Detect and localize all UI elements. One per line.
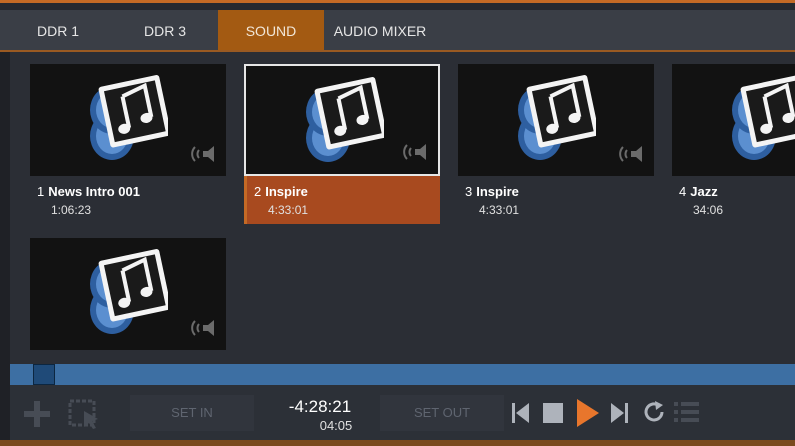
clip-label: 4 Jazz 34:06 (672, 176, 795, 224)
clip-bin: 1 News Intro 001 1:06:23 2 Inspire 4:33:… (10, 52, 795, 364)
clip-title: 4 Jazz (679, 184, 718, 199)
speaker-icon (619, 146, 642, 162)
stop-icon[interactable] (542, 402, 564, 424)
clip-label: 2 Inspire 4:33:01 (244, 176, 440, 224)
tab-sound[interactable]: SOUND (218, 10, 324, 50)
loop-icon[interactable] (642, 400, 666, 424)
speaker-icon (403, 144, 426, 160)
transport-controls: SET IN -4:28:21 04:05 SET OUT (10, 385, 795, 440)
music-file-icon (306, 77, 384, 162)
top-accent-bar (0, 0, 795, 10)
bottom-accent-bar (0, 440, 795, 446)
skip-back-icon[interactable] (512, 402, 530, 424)
clip-item[interactable] (30, 226, 226, 364)
music-file-icon (518, 75, 596, 160)
timecode-remaining: -4:28:21 (288, 397, 352, 416)
select-region-icon[interactable] (68, 397, 102, 431)
tab-ddr1[interactable]: DDR 1 (20, 10, 96, 50)
clip-item-selected[interactable]: 2 Inspire 4:33:01 (244, 52, 440, 224)
tab-audio-mixer[interactable]: AUDIO MIXER (328, 10, 432, 50)
timecode-position: 04:05 (319, 418, 353, 433)
left-edge (0, 52, 10, 440)
clip-thumbnail (30, 238, 226, 350)
tab-ddr3[interactable]: DDR 3 (124, 10, 206, 50)
clip-thumbnail (244, 64, 440, 176)
playlist-icon[interactable] (674, 400, 700, 424)
tab-bar: DDR 1 DDR 3 SOUND AUDIO MIXER (0, 10, 795, 52)
speaker-icon (191, 320, 214, 336)
music-file-icon (732, 75, 795, 160)
clip-item[interactable]: 4 Jazz 34:06 (672, 52, 795, 217)
play-icon[interactable] (576, 398, 600, 428)
music-file-icon (90, 249, 168, 334)
horizontal-scrollbar[interactable] (10, 364, 795, 385)
clip-label: 3 Inspire 4:33:01 (458, 176, 654, 224)
clip-duration: 1:06:23 (51, 203, 92, 217)
clip-title: 2 Inspire (254, 184, 308, 199)
speaker-icon (191, 146, 214, 162)
scrollbar-thumb[interactable] (33, 364, 55, 385)
skip-forward-icon[interactable] (610, 402, 628, 424)
clip-thumbnail (30, 64, 226, 176)
clip-duration: 4:33:01 (479, 203, 520, 217)
clip-item[interactable]: 1 News Intro 001 1:06:23 (30, 52, 226, 217)
set-in-button[interactable]: SET IN (130, 395, 254, 431)
clip-duration: 4:33:01 (268, 203, 309, 217)
clip-thumbnail (458, 64, 654, 176)
clip-title: 3 Inspire (465, 184, 519, 199)
clip-duration: 34:06 (693, 203, 724, 217)
music-file-icon (90, 75, 168, 160)
clip-thumbnail (672, 64, 795, 176)
clip-title: 1 News Intro 001 (37, 184, 140, 199)
set-out-button[interactable]: SET OUT (380, 395, 504, 431)
add-icon[interactable] (22, 399, 52, 429)
clip-label: 1 News Intro 001 1:06:23 (30, 176, 226, 224)
clip-item[interactable]: 3 Inspire 4:33:01 (458, 52, 654, 217)
